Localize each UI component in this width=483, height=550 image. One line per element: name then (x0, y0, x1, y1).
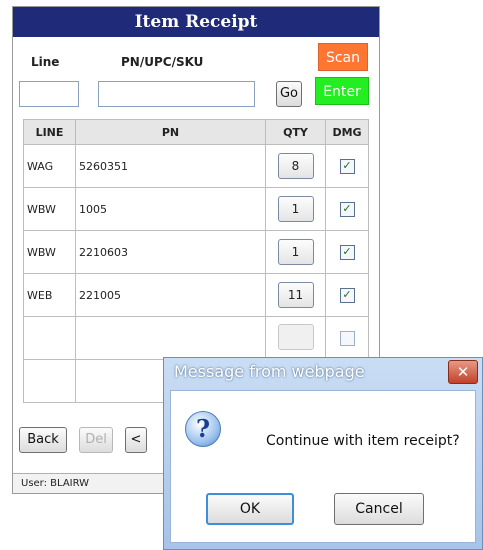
table-row: WEB 221005 11 ✓ (23, 273, 369, 317)
line-input[interactable] (19, 81, 79, 107)
qty-button[interactable]: 8 (277, 153, 314, 179)
line-cell: WBW (23, 187, 76, 231)
delete-button[interactable]: Del (79, 427, 113, 453)
close-icon[interactable]: ✕ (448, 360, 478, 384)
page-title: Item Receipt (13, 7, 379, 37)
table-row: WBW 2210603 1 ✓ (23, 230, 369, 274)
question-icon: ? (185, 411, 221, 447)
dmg-checkbox[interactable]: ✓ (339, 244, 355, 260)
table-row: WBW 1005 1 ✓ (23, 187, 369, 231)
dmg-checkbox[interactable]: ✓ (339, 158, 355, 174)
dmg-checkbox[interactable]: ✓ (339, 201, 355, 217)
line-cell: WBW (23, 230, 76, 274)
back-button[interactable]: Back (19, 427, 67, 453)
pn-cell: 1005 (75, 187, 266, 231)
cancel-button[interactable]: Cancel (334, 493, 424, 525)
pn-label: PN/UPC/SKU (121, 55, 204, 69)
column-header-qty: QTY (265, 119, 326, 145)
pn-cell (75, 316, 266, 360)
table-header-row: LINE PN QTY DMG (23, 119, 369, 145)
go-button[interactable]: Go (276, 81, 302, 107)
dialog-message: Continue with item receipt? (266, 433, 460, 449)
qty-button[interactable]: 1 (277, 239, 314, 265)
column-header-line: LINE (23, 119, 76, 145)
qty-button[interactable] (277, 323, 314, 350)
ok-button[interactable]: OK (206, 493, 294, 525)
scan-button[interactable]: Scan (318, 43, 368, 71)
dialog-body: ? Continue with item receipt? OK Cancel (170, 390, 476, 543)
dialog-title: Message from webpage (174, 362, 365, 381)
pn-input[interactable] (98, 81, 255, 107)
dmg-checkbox[interactable]: ✓ (339, 330, 355, 346)
qty-button[interactable]: 11 (277, 282, 314, 308)
line-label: Line (31, 55, 60, 69)
pn-cell: 221005 (75, 273, 266, 317)
pn-cell: 2210603 (75, 230, 266, 274)
message-dialog: Message from webpage ✕ ? Continue with i… (163, 357, 483, 550)
column-header-dmg: DMG (325, 119, 369, 145)
line-cell (23, 359, 76, 403)
line-cell: WEB (23, 273, 76, 317)
line-cell (23, 316, 76, 360)
enter-button[interactable]: Enter (315, 77, 369, 105)
table-row: ✓ (23, 316, 369, 360)
qty-button[interactable]: 1 (277, 196, 314, 222)
previous-button[interactable]: < (125, 427, 147, 453)
line-cell: WAG (23, 144, 76, 188)
pn-cell: 5260351 (75, 144, 266, 188)
dmg-checkbox[interactable]: ✓ (339, 287, 355, 303)
column-header-pn: PN (75, 119, 266, 145)
table-row: WAG 5260351 8 ✓ (23, 144, 369, 188)
